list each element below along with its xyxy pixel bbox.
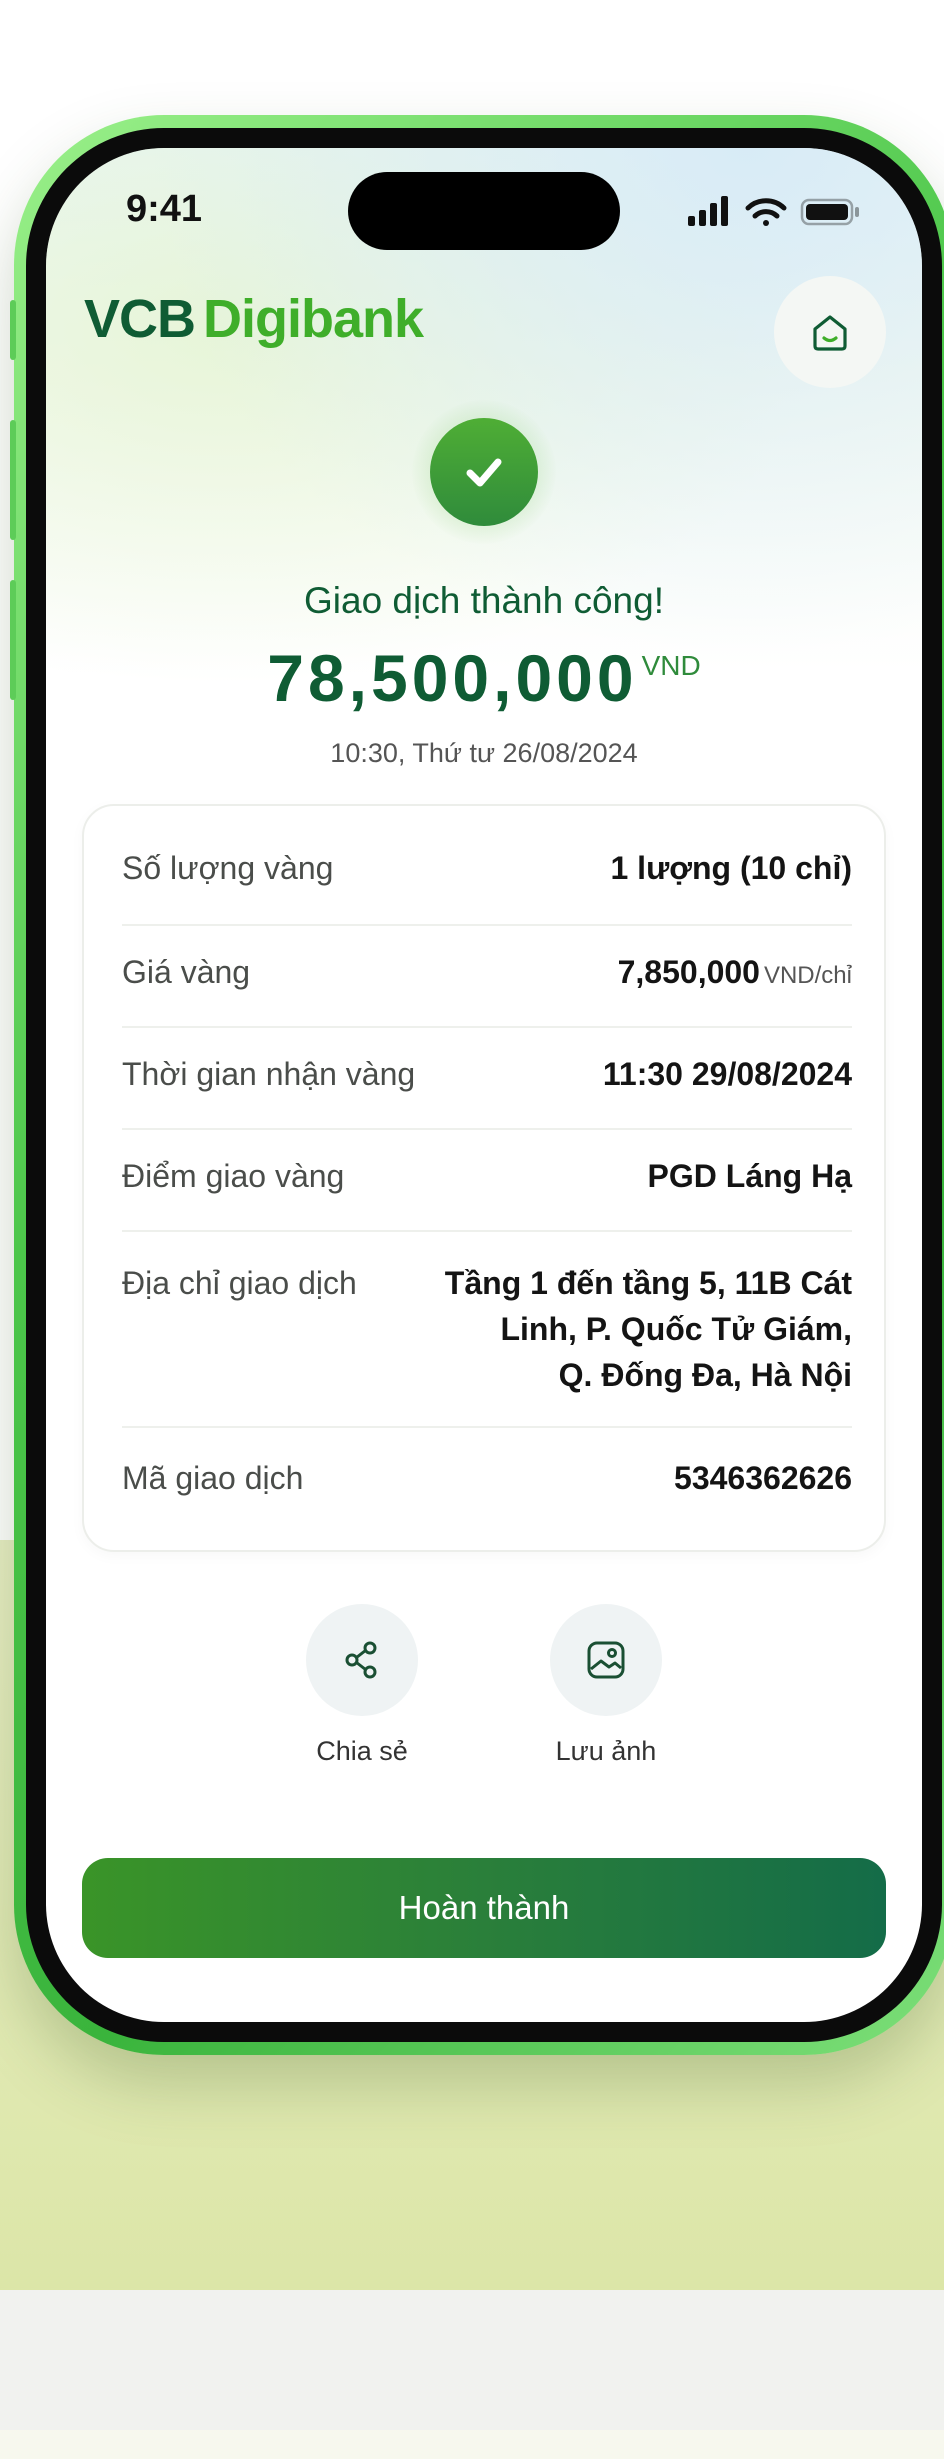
row-divider <box>122 924 852 926</box>
save-image-button[interactable] <box>550 1604 662 1716</box>
detail-row-delivery-point: Điểm giao vàng PGD Láng Hạ <box>122 1158 852 1195</box>
save-image-label: Lưu ảnh <box>555 1736 657 1766</box>
share-label: Chia sẻ <box>316 1736 408 1766</box>
detail-unit: VND/chỉ <box>763 962 852 989</box>
detail-row-transaction-id: Mã giao dịch 5346362626 <box>122 1460 852 1497</box>
detail-row-address: Địa chỉ giao dịch Tầng 1 đến tầng 5, 11B… <box>122 1260 852 1398</box>
share-action[interactable]: Chia sẻ <box>272 1604 452 1767</box>
detail-label: Địa chỉ giao dịch <box>122 1265 357 1301</box>
address-line: Linh, P. Quốc Tử Giám, <box>500 1311 852 1347</box>
success-badge <box>430 418 538 526</box>
detail-value: 7,850,000 <box>617 954 760 990</box>
complete-button[interactable]: Hoàn thành <box>82 1858 886 1958</box>
logo-digibank-text: Digibank <box>203 289 424 349</box>
vcb-digibank-logo: VCB Digibank <box>84 288 424 350</box>
gray-background-band <box>0 2290 944 2430</box>
checkmark-icon <box>466 458 502 487</box>
dynamic-island <box>348 172 620 250</box>
detail-row-gold-price: Giá vàng 7,850,000 VND/chỉ <box>122 954 852 991</box>
amount-value: 78,500,000 <box>267 641 638 715</box>
share-icon <box>345 1641 377 1679</box>
detail-label: Thời gian nhận vàng <box>122 1056 416 1092</box>
phone-volume-up <box>10 420 16 540</box>
detail-value: 5346362626 <box>674 1460 852 1496</box>
detail-label: Mã giao dịch <box>122 1460 304 1496</box>
logo-vcb-text: VCB <box>84 289 196 349</box>
amount-display: 78,500,000 VND <box>46 640 922 716</box>
home-icon <box>813 315 847 351</box>
row-divider <box>122 1426 852 1428</box>
battery-icon <box>800 198 859 226</box>
amount-currency: VND <box>641 650 701 681</box>
detail-value: PGD Láng Hạ <box>647 1158 852 1194</box>
detail-row-gold-quantity: Số lượng vàng 1 lượng (10 chỉ) <box>122 850 852 887</box>
detail-value-multiline: Tầng 1 đến tầng 5, 11B Cát Linh, P. Quốc… <box>445 1260 852 1398</box>
status-bar-icons <box>686 192 866 232</box>
image-icon <box>587 1641 625 1679</box>
phone-silent-switch <box>10 300 16 360</box>
transaction-datetime: 10:30, Thứ tư 26/08/2024 <box>330 738 638 768</box>
phone-volume-down <box>10 580 16 700</box>
wifi-icon <box>745 198 787 226</box>
bottom-background-band <box>0 2430 944 2459</box>
cellular-signal-icon <box>688 196 728 226</box>
share-button[interactable] <box>306 1604 418 1716</box>
detail-label: Giá vàng <box>122 954 251 990</box>
row-divider <box>122 1230 852 1232</box>
detail-value-group: 7,850,000 VND/chỉ <box>618 954 852 991</box>
transaction-details-card: Số lượng vàng 1 lượng (10 chỉ) Giá vàng … <box>82 804 886 1552</box>
detail-label: Điểm giao vàng <box>122 1158 345 1194</box>
detail-value: 1 lượng (10 chỉ) <box>610 850 852 886</box>
success-title: Giao dịch thành công! <box>304 580 664 621</box>
phone-screen: 9:41 VCB Digibank Giao dịch thành công! … <box>46 148 922 2022</box>
detail-value: 11:30 29/08/2024 <box>602 1056 852 1092</box>
save-image-action[interactable]: Lưu ảnh <box>516 1604 696 1767</box>
home-button[interactable] <box>774 276 886 388</box>
row-divider <box>122 1026 852 1028</box>
detail-label: Số lượng vàng <box>122 850 334 886</box>
row-divider <box>122 1128 852 1130</box>
address-line: Q. Đống Đa, Hà Nội <box>558 1357 852 1393</box>
address-line: Tầng 1 đến tầng 5, 11B Cát <box>444 1265 852 1301</box>
status-bar-time: 9:41 <box>126 188 203 230</box>
detail-row-pickup-time: Thời gian nhận vàng 11:30 29/08/2024 <box>122 1056 852 1093</box>
